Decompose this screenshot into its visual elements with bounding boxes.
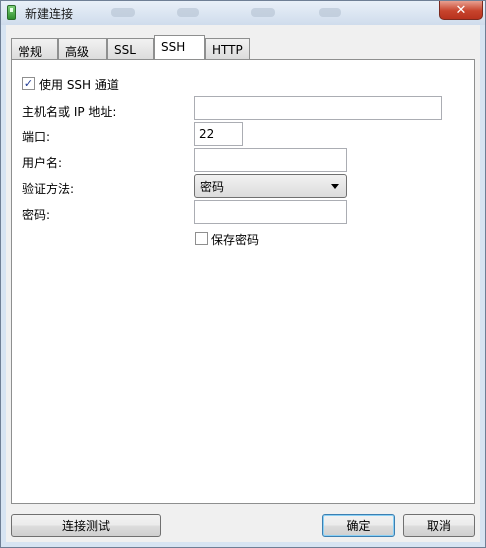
host-input[interactable] <box>194 96 442 120</box>
username-input[interactable] <box>194 148 347 172</box>
blurred-title-fragment <box>177 8 199 17</box>
use-ssh-tunnel-label: 使用 SSH 通道 <box>39 78 119 92</box>
tab-http[interactable]: HTTP <box>205 38 250 59</box>
auth-method-select[interactable]: 密码 <box>194 174 347 198</box>
port-input[interactable] <box>194 122 243 146</box>
tab-ssl[interactable]: SSL <box>107 38 154 59</box>
blurred-title-fragment <box>319 8 341 17</box>
title-bar[interactable]: 新建连接 ✕ <box>1 1 485 25</box>
port-label: 端口: <box>22 130 51 144</box>
tab-ssh[interactable]: SSH <box>154 35 205 59</box>
new-connection-dialog: 新建连接 ✕ 常规 高级 SSL SSH HTTP ✓ 使用 SSH 通道 主机… <box>0 0 486 548</box>
auth-method-label: 验证方法: <box>22 182 75 196</box>
blurred-title-fragment <box>251 8 275 17</box>
blurred-title-fragment <box>111 8 135 17</box>
app-icon <box>7 5 16 20</box>
ok-button[interactable]: 确定 <box>322 514 395 537</box>
tab-advanced[interactable]: 高级 <box>58 38 107 59</box>
host-label: 主机名或 IP 地址: <box>22 105 117 119</box>
tab-general[interactable]: 常规 <box>11 38 58 59</box>
save-password-checkbox[interactable] <box>195 232 208 245</box>
cancel-button[interactable]: 取消 <box>403 514 475 537</box>
close-button[interactable]: ✕ <box>439 1 483 20</box>
auth-method-value: 密码 <box>200 180 225 194</box>
save-password-label: 保存密码 <box>211 233 260 247</box>
window-title: 新建连接 <box>25 7 74 21</box>
test-connection-button[interactable]: 连接测试 <box>11 514 161 537</box>
chevron-down-icon <box>331 184 339 189</box>
dialog-body: 常规 高级 SSL SSH HTTP ✓ 使用 SSH 通道 主机名或 IP 地… <box>6 25 480 542</box>
password-input[interactable] <box>194 200 347 224</box>
username-label: 用户名: <box>22 156 63 170</box>
check-icon: ✓ <box>23 77 34 90</box>
password-label: 密码: <box>22 208 51 222</box>
ssh-tab-panel: ✓ 使用 SSH 通道 主机名或 IP 地址: 端口: 用户名: 验证方法: 密… <box>11 59 475 504</box>
use-ssh-tunnel-checkbox[interactable]: ✓ <box>22 77 35 90</box>
